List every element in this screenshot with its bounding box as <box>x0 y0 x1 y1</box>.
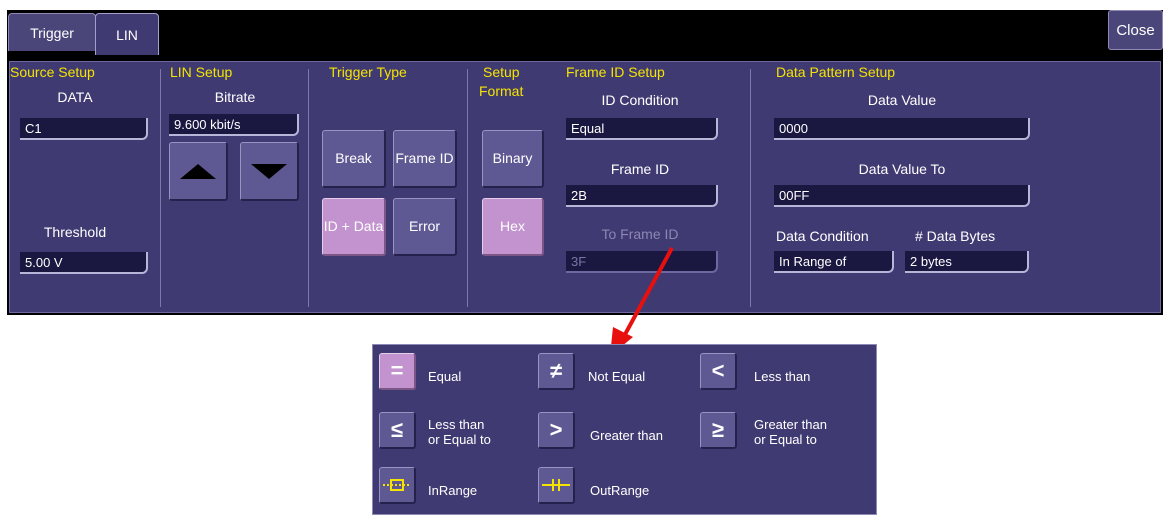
not-equal-icon: ≠ <box>549 358 563 383</box>
greater-than-option-label: Greater than <box>590 428 663 443</box>
less-equal-icon: ≤ <box>390 417 404 442</box>
out-range-option-button[interactable] <box>538 467 575 504</box>
in-range-icon <box>383 479 411 491</box>
less-equal-option-button[interactable]: ≤ <box>379 412 416 449</box>
greater-than-option-button[interactable]: > <box>538 412 575 449</box>
less-than-option-button[interactable]: < <box>700 353 737 390</box>
out-range-option-label: OutRange <box>590 483 650 498</box>
less-than-icon: < <box>711 358 725 383</box>
greater-equal-option-label: Greater than or Equal to <box>754 417 827 447</box>
equal-option-label: Equal <box>428 369 462 384</box>
not-equal-option-button[interactable]: ≠ <box>538 353 575 390</box>
greater-equal-option-button[interactable]: ≥ <box>700 412 737 449</box>
equal-option-button[interactable]: = <box>379 353 416 390</box>
out-range-icon <box>542 479 570 491</box>
in-range-option-button[interactable] <box>379 467 416 504</box>
in-range-option-label: InRange <box>428 483 478 498</box>
id-condition-popup: = Equal ≠ Not Equal < Less than ≤ Less t… <box>372 344 877 515</box>
not-equal-option-label: Not Equal <box>588 369 646 384</box>
less-than-option-label: Less than <box>754 369 811 384</box>
greater-equal-icon: ≥ <box>711 417 725 442</box>
arrow-line <box>620 247 674 341</box>
equal-icon: = <box>390 358 404 383</box>
greater-than-icon: > <box>549 417 563 442</box>
less-equal-option-label: Less than or Equal to <box>428 417 491 447</box>
